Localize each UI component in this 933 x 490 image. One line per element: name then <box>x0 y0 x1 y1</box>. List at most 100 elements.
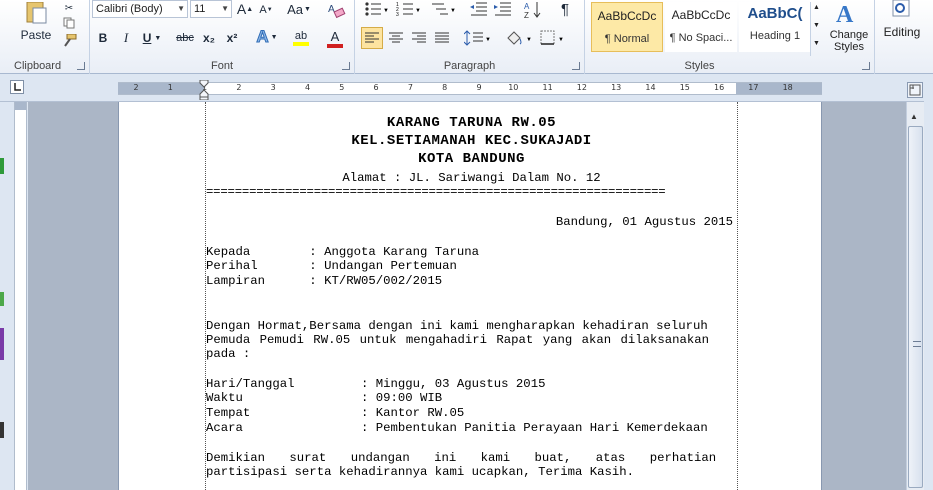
scrollbar-grip <box>913 341 921 347</box>
subscript-button[interactable]: x₂ <box>200 29 218 47</box>
paste-button[interactable]: Paste <box>18 0 54 44</box>
attachment-line: Lampiran : KT/RW05/002/2015 <box>206 274 443 288</box>
style-heading-1[interactable]: AaBbC( Heading 1 <box>739 2 811 52</box>
style-name: ¶ No Spaci... <box>669 32 733 44</box>
horizontal-ruler[interactable]: 2 1 1 2 3 4 5 6 7 8 9 10 11 12 13 14 15 16 17 18 <box>118 82 822 95</box>
paste-icon <box>26 2 47 24</box>
align-center-icon[interactable] <box>386 28 406 48</box>
borders-icon[interactable]: ▼ <box>539 28 567 48</box>
left-edge-strip <box>0 102 6 490</box>
style-no-spacing[interactable]: AaBbCcDc ¶ No Spaci... <box>665 2 737 52</box>
increase-indent-icon[interactable] <box>493 0 513 18</box>
text-effects-icon: A <box>256 27 269 47</box>
show-formatting-marks-icon[interactable]: ¶ <box>555 0 575 18</box>
vertical-ruler-margin <box>15 102 26 110</box>
change-styles-label: Change <box>829 29 869 41</box>
cut-icon[interactable]: ✂ <box>62 2 76 14</box>
window-right-edge <box>924 74 933 490</box>
svg-text:Z: Z <box>524 11 529 19</box>
letterhead-separator: ========================================… <box>206 185 666 199</box>
highlight-button[interactable]: ab <box>286 27 316 49</box>
font-color-button[interactable]: A <box>320 27 350 49</box>
underline-button[interactable]: U ▼ <box>140 29 164 47</box>
event-place-line: Tempat : Kantor RW.05 <box>206 406 465 420</box>
align-left-button[interactable] <box>361 27 383 49</box>
change-case-button[interactable]: Aa ▼ <box>286 0 312 18</box>
vertical-scrollbar[interactable]: ▲ <box>906 102 924 490</box>
shading-icon[interactable]: ▼ <box>505 28 533 48</box>
ruler-tick-label: 7 <box>407 83 413 92</box>
subject-line: Perihal : Undangan Pertemuan <box>206 259 457 273</box>
multilevel-list-icon[interactable]: ▼ <box>429 0 457 18</box>
highlight-icon: ab <box>294 30 308 42</box>
letterhead-address: Alamat : JL. Sariwangi Dalam No. 12 <box>342 171 601 185</box>
shrink-font-icon: A <box>259 4 267 16</box>
clear-formatting-icon[interactable]: A <box>326 0 348 20</box>
font-size-value: 11 <box>194 3 206 15</box>
style-sample: AaBbCcDc <box>597 9 657 23</box>
ruler-tick-label: 15 <box>679 83 690 92</box>
ruler-tick-label: 1 <box>167 83 173 92</box>
styles-group: AaBbCcDc ¶ Normal AaBbCcDc ¶ No Spaci...… <box>585 0 875 74</box>
letterhead-city: KOTA BANDUNG <box>418 151 525 167</box>
body-paragraph-line-1: Dengan Hormat,Bersama dengan ini kami me… <box>206 319 708 333</box>
ruler-tick-label: 3 <box>270 83 276 92</box>
scroll-up-icon[interactable]: ▲ <box>910 112 918 121</box>
decrease-indent-icon[interactable] <box>469 0 489 18</box>
font-color-bar <box>327 43 343 48</box>
styles-dialog-launcher[interactable] <box>862 62 870 70</box>
ruler-tick-label: 10 <box>508 83 519 92</box>
paragraph-dialog-launcher[interactable] <box>572 62 580 70</box>
ruler-tick-label: 11 <box>542 83 553 92</box>
text-body[interactable]: KARANG TARUNA RW.05 KEL.SETIAMANAH KEC.S… <box>205 102 738 490</box>
font-dialog-launcher[interactable] <box>342 62 350 70</box>
styles-scroll[interactable]: ▲ ▼ ▼ <box>810 2 822 56</box>
editing-group: Editing <box>875 0 933 74</box>
line-spacing-icon[interactable]: ▼ <box>463 28 491 48</box>
vertical-ruler[interactable] <box>14 102 27 490</box>
ruler-tick-label: 18 <box>782 83 793 92</box>
font-size-select[interactable]: 11 ▼ <box>190 0 232 18</box>
superscript-button[interactable]: x² <box>223 29 241 47</box>
style-name: ¶ Normal <box>604 33 650 45</box>
align-right-icon[interactable] <box>409 28 429 48</box>
change-styles-button[interactable]: A Change Styles <box>825 0 873 58</box>
document-page[interactable]: KARANG TARUNA RW.05 KEL.SETIAMANAH KEC.S… <box>118 102 822 490</box>
italic-button[interactable]: I <box>118 29 134 47</box>
editing-button[interactable]: Editing <box>879 0 925 50</box>
ruler-tick-label: 5 <box>339 83 345 92</box>
grow-font-button[interactable]: A ▲ <box>236 0 254 18</box>
style-normal[interactable]: AaBbCcDc ¶ Normal <box>591 2 663 52</box>
clipboard-dialog-launcher[interactable] <box>77 62 85 70</box>
strikethrough-button[interactable]: abc <box>174 29 196 47</box>
view-ruler-button[interactable] <box>907 82 923 98</box>
svg-text:▼: ▼ <box>485 37 490 43</box>
change-case-icon: Aa <box>287 1 303 17</box>
bullets-icon[interactable]: ▼ <box>363 0 389 18</box>
text-effects-button[interactable]: A ▼ <box>254 27 280 47</box>
sort-icon[interactable]: AZ <box>523 0 543 20</box>
change-styles-label-2: Styles <box>834 41 864 53</box>
paragraph-group-label: Paragraph <box>443 60 496 72</box>
font-name-select[interactable]: Calibri (Body) ▼ <box>92 0 188 18</box>
copy-icon[interactable] <box>62 17 76 29</box>
font-name-value: Calibri (Body) <box>96 3 163 15</box>
ruler-tick-label: 2 <box>236 83 242 92</box>
svg-text:A: A <box>524 2 530 11</box>
ruler-tick-label: 17 <box>748 83 759 92</box>
ruler-tick-label: 6 <box>373 83 379 92</box>
shrink-font-button[interactable]: A ▼ <box>258 2 274 18</box>
event-agenda-line: Acara : Pembentukan Panitia Perayaan Har… <box>206 421 708 435</box>
bold-button[interactable]: B <box>94 29 112 47</box>
find-icon <box>892 0 910 17</box>
ribbon: Paste ✂ Clipboard Calibri (Body) ▼ 11 ▼ … <box>0 0 933 74</box>
closing-line-2: partisipasi serta kehadirannya kami ucap… <box>206 465 635 479</box>
numbering-icon[interactable]: 1 2 3 ▼ <box>395 0 421 18</box>
tab-selector[interactable] <box>10 80 24 94</box>
indent-marker[interactable] <box>199 79 209 101</box>
body-paragraph-line-2: Pemuda Pemudi RW.05 untuk mengahadiri Ra… <box>206 333 710 347</box>
justify-icon[interactable] <box>432 28 452 48</box>
styles-group-label: Styles <box>684 60 715 72</box>
format-painter-icon[interactable] <box>60 34 78 48</box>
scrollbar-thumb[interactable] <box>908 126 923 488</box>
